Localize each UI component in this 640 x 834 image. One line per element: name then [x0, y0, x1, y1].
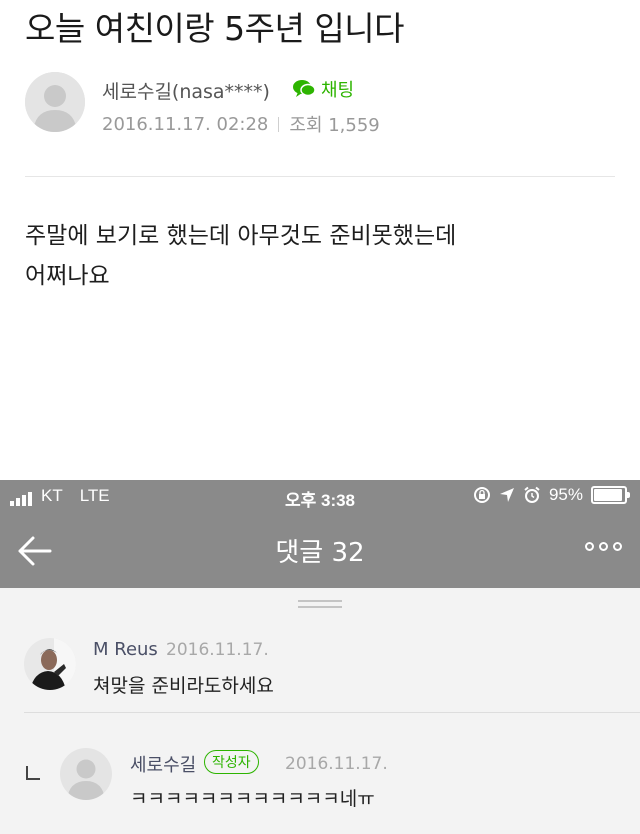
post-section: 오늘 여친이랑 5주년 입니다 세로수길(nasa****) 채팅 2016.1… — [0, 0, 640, 480]
post-author[interactable]: 세로수길(nasa****) — [102, 77, 270, 104]
author-avatar[interactable] — [25, 72, 85, 132]
chat-bubble-icon — [293, 80, 316, 97]
status-bar: KT LTE 오후 3:38 95% — [0, 480, 640, 512]
location-arrow-icon — [499, 488, 514, 502]
alarm-icon — [524, 486, 540, 503]
rotation-lock-icon — [473, 487, 490, 503]
post-title: 오늘 여친이랑 5주년 입니다 — [25, 9, 404, 48]
post-body-line: 주말에 보기로 했는데 아무것도 준비못했는데 — [25, 223, 457, 249]
comment-author[interactable]: 세로수길 — [130, 751, 196, 777]
post-body: 주말에 보기로 했는데 아무것도 준비못했는데 어쩌나요 — [25, 216, 456, 296]
commenter-avatar[interactable] — [60, 748, 112, 800]
default-avatar-icon — [60, 748, 112, 800]
post-meta: 2016.11.17. 02:28 조회 1,559 — [102, 111, 380, 137]
battery-icon — [591, 486, 630, 504]
comment-reply-item: 세로수길 작성자 2016.11.17. ㅋㅋㅋㅋㅋㅋㅋㅋㅋㅋㅋㅋ네ㅠ — [0, 588, 640, 834]
status-right: 95% — [473, 485, 630, 505]
nav-bar: 댓글 32 — [0, 512, 640, 588]
more-button[interactable] — [585, 542, 622, 551]
comment-date: 2016.11.17. — [285, 754, 388, 774]
writer-badge: 작성자 — [204, 750, 259, 774]
post-body-line: 어쩌나요 — [25, 263, 110, 289]
more-dots-icon — [585, 542, 594, 551]
post-date: 2016.11.17. 02:28 — [102, 113, 269, 135]
chat-label: 채팅 — [321, 80, 355, 101]
post-views: 조회 1,559 — [289, 115, 380, 136]
battery-percent: 95% — [548, 485, 583, 504]
default-avatar-icon — [25, 72, 85, 132]
nav-title: 댓글 32 — [275, 538, 365, 568]
meta-separator — [278, 116, 280, 132]
comment-list: M Reus 2016.11.17. 쳐맞을 준비라도하세요 세로수길 작성자 … — [0, 588, 640, 834]
comment-text: ㅋㅋㅋㅋㅋㅋㅋㅋㅋㅋㅋㅋ네ㅠ — [130, 788, 375, 810]
chat-button[interactable]: 채팅 — [292, 76, 354, 102]
post-divider — [25, 176, 615, 177]
reply-indicator-icon — [26, 766, 40, 780]
